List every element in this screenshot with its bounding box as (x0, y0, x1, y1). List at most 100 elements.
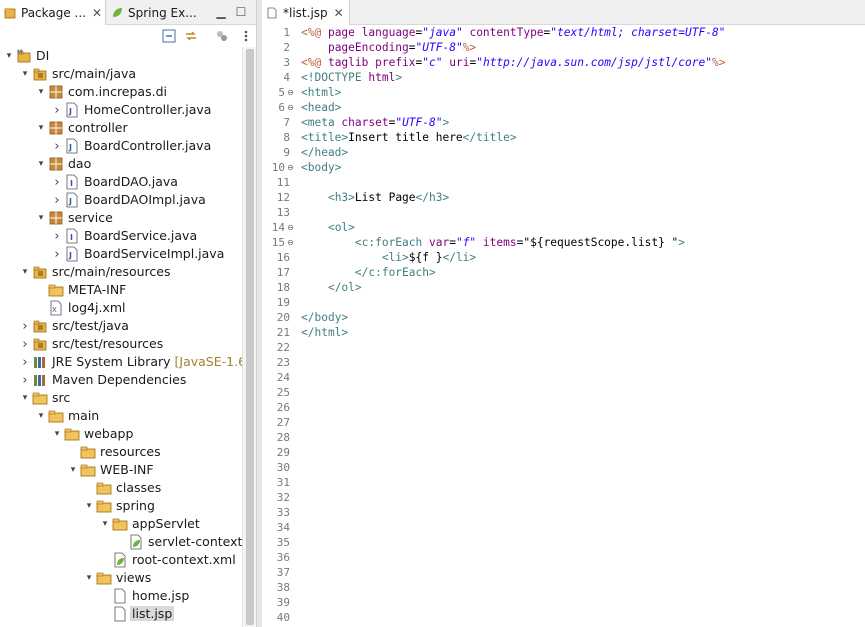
fold-toggle-icon[interactable]: ⊖ (286, 88, 295, 97)
chevron-down-icon[interactable]: ▾ (36, 155, 46, 173)
tree-scrollbar[interactable] (242, 47, 256, 627)
link-with-editor-icon[interactable] (183, 28, 199, 44)
chevron-down-icon[interactable]: ▾ (52, 425, 62, 443)
code-line[interactable]: <title>Insert title here</title> (301, 130, 517, 145)
tree-item[interactable]: classes (0, 479, 242, 497)
focus-tasks-icon[interactable] (214, 28, 230, 44)
tree-item[interactable]: home.jsp (0, 587, 242, 605)
chevron-right-icon[interactable]: › (52, 245, 62, 263)
chevron-right-icon[interactable]: › (20, 317, 30, 335)
minimize-icon[interactable]: ▁ (214, 5, 228, 19)
tab-package-explorer[interactable]: Package ... ✕ (0, 0, 106, 25)
tree-item[interactable]: ▾ main (0, 407, 242, 425)
tree-item[interactable]: › I BoardService.java (0, 227, 242, 245)
code-line[interactable]: <%@ page language="java" contentType="te… (301, 25, 725, 40)
chevron-right-icon[interactable]: › (52, 191, 62, 209)
maximize-icon[interactable]: ☐ (234, 5, 248, 19)
line-number: 24 (276, 371, 290, 384)
code-line[interactable]: <meta charset="UTF-8"> (301, 115, 449, 130)
code-line[interactable]: <!DOCTYPE html> (301, 70, 402, 85)
chevron-down-icon[interactable]: ▾ (20, 65, 30, 83)
code-line[interactable]: pageEncoding="UTF-8"%> (301, 40, 476, 55)
code-line[interactable]: <body> (301, 160, 341, 175)
chevron-down-icon[interactable]: ▾ (36, 209, 46, 227)
tree-item[interactable]: ▾ com.increpas.di (0, 83, 242, 101)
tree-item[interactable]: ▾ appServlet (0, 515, 242, 533)
tab-list-jsp[interactable]: *list.jsp ✕ (262, 0, 350, 25)
close-icon[interactable]: ✕ (334, 6, 344, 20)
chevron-down-icon[interactable]: ▾ (20, 263, 30, 281)
chevron-down-icon[interactable]: ▾ (68, 461, 78, 479)
code-token: "UTF-8" (395, 116, 443, 129)
tree-item[interactable]: › J BoardServiceImpl.java (0, 245, 242, 263)
chevron-right-icon[interactable]: › (20, 371, 30, 389)
code-line[interactable]: </c:forEach> (301, 265, 436, 280)
tree-item[interactable]: ▾ M DI (0, 47, 242, 65)
collapse-all-icon[interactable] (161, 28, 177, 44)
chevron-right-icon[interactable]: › (52, 173, 62, 191)
code-line[interactable]: </body> (301, 310, 348, 325)
tree-item[interactable]: ▾ service (0, 209, 242, 227)
chevron-down-icon[interactable]: ▾ (100, 515, 110, 533)
tree-item[interactable]: › JRE System Library [JavaSE-1.6] (0, 353, 242, 371)
editor-body[interactable]: 1 2 3 4 5 ⊖ 6 ⊖ 7 8 9 10 ⊖ 11 12 13 14 ⊖ 15 ⊖ 16 17 18 19 20 21 22… (262, 25, 865, 627)
chevron-right-icon[interactable]: › (20, 335, 30, 353)
tree-item[interactable]: ▾ src/main/resources (0, 263, 242, 281)
code-area[interactable]: <%@ page language = "java" contentType = "te… (301, 25, 865, 627)
code-line[interactable]: </ol> (301, 280, 362, 295)
tree-item[interactable]: › J BoardController.java (0, 137, 242, 155)
chevron-down-icon[interactable]: ▾ (84, 569, 94, 587)
code-line[interactable]: <li>${f }</li> (301, 250, 476, 265)
chevron-down-icon[interactable]: ▾ (36, 119, 46, 137)
code-line[interactable]: <ol> (301, 220, 355, 235)
tree-item[interactable]: META-INF (0, 281, 242, 299)
fold-toggle-icon[interactable]: ⊖ (286, 223, 295, 232)
tree-item[interactable]: Xlog4j.xml (0, 299, 242, 317)
tree-item[interactable]: ▾ dao (0, 155, 242, 173)
chevron-down-icon[interactable]: ▾ (84, 497, 94, 515)
tree-item[interactable]: ▾ views (0, 569, 242, 587)
tree-item[interactable]: root-context.xml (0, 551, 242, 569)
chevron-right-icon[interactable]: › (52, 101, 62, 119)
fold-toggle-icon[interactable]: ⊖ (286, 103, 295, 112)
chevron-down-icon[interactable]: ▾ (4, 47, 14, 65)
tree-item[interactable]: ▾ spring (0, 497, 242, 515)
tree-item[interactable]: servlet-context.xr (0, 533, 242, 551)
chevron-down-icon[interactable]: ▾ (36, 83, 46, 101)
tree-item[interactable]: › src/test/java (0, 317, 242, 335)
tree-item[interactable]: ▾ WEB-INF (0, 461, 242, 479)
close-icon[interactable]: ✕ (92, 6, 102, 20)
tree-item[interactable]: ▾ src/main/java (0, 65, 242, 83)
code-line[interactable]: </head> (301, 145, 348, 160)
chevron-right-icon[interactable]: › (52, 227, 62, 245)
tree-item[interactable]: ▾ controller (0, 119, 242, 137)
scrollbar-thumb[interactable] (246, 49, 254, 625)
chevron-down-icon[interactable]: ▾ (36, 407, 46, 425)
view-menu-icon[interactable] (238, 28, 254, 44)
fold-toggle-icon[interactable]: ⊖ (286, 238, 295, 247)
tree-item[interactable]: ▾ webapp (0, 425, 242, 443)
tree-item[interactable]: › J HomeController.java (0, 101, 242, 119)
tree-item[interactable]: › Maven Dependencies (0, 371, 242, 389)
code-line[interactable]: <c:forEach var="f" items="${requestScope… (301, 235, 685, 250)
fold-toggle-icon[interactable]: ⊖ (286, 163, 295, 172)
chevron-down-icon[interactable]: ▾ (20, 389, 30, 407)
code-line[interactable]: <h3>List Page</h3> (301, 190, 449, 205)
code-line[interactable]: <html> (301, 85, 341, 100)
tree-item[interactable]: › src/test/resources (0, 335, 242, 353)
code-line[interactable]: <%@ taglib prefix="c" uri="http://java.s… (301, 55, 725, 70)
code-line[interactable]: </html> (301, 325, 348, 340)
code-token: </html> (301, 326, 349, 339)
tree-item[interactable]: ▾ src (0, 389, 242, 407)
chevron-right-icon[interactable]: › (20, 353, 30, 371)
tab-spring-explorer[interactable]: Spring Ex... (107, 0, 200, 25)
code-token: </head> (301, 146, 349, 159)
line-number: 8 (283, 131, 290, 144)
code-line[interactable]: <head> (301, 100, 341, 115)
tree-item[interactable]: resources (0, 443, 242, 461)
tree-item[interactable]: › J BoardDAOImpl.java (0, 191, 242, 209)
tree-item[interactable]: list.jsp (0, 605, 242, 623)
chevron-right-icon[interactable]: › (52, 137, 62, 155)
tree-item[interactable]: › I BoardDAO.java (0, 173, 242, 191)
